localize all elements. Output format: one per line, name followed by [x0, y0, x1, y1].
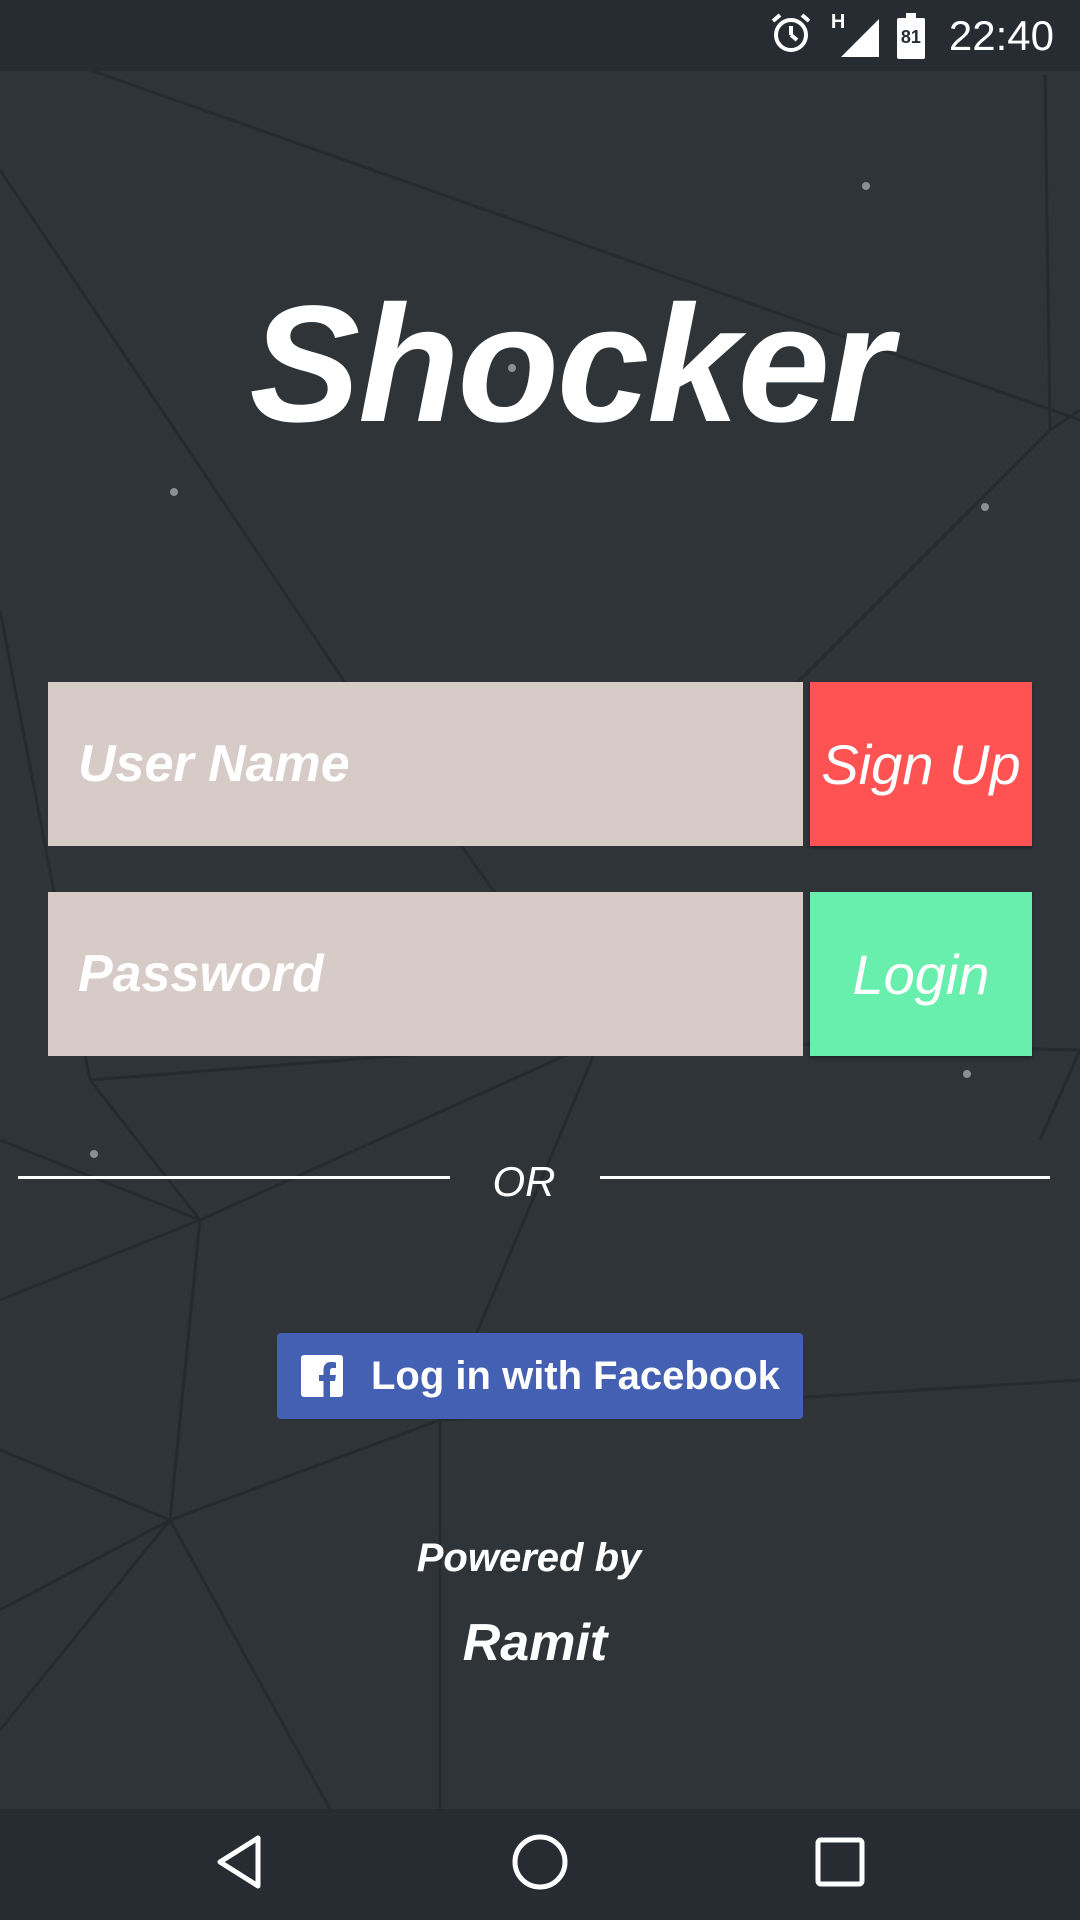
facebook-login-button[interactable]: Log in with Facebook: [277, 1333, 803, 1419]
login-button[interactable]: Login: [810, 892, 1032, 1056]
username-placeholder: User Name: [78, 735, 350, 793]
divider-line-right: [600, 1176, 1050, 1179]
powered-by-label: Powered by: [416, 1536, 642, 1580]
login-screen: H 81 22:40 Shocker User Name Sign Up Pas…: [0, 0, 1080, 1920]
author-name: Ramit: [462, 1614, 608, 1672]
recents-button[interactable]: [780, 1809, 900, 1920]
facebook-icon: [301, 1355, 343, 1397]
battery-level: 81: [900, 26, 921, 47]
status-icons: H 81 22:40: [769, 0, 1054, 71]
battery-icon: 81: [896, 12, 925, 59]
back-icon: [210, 1832, 270, 1897]
back-button[interactable]: [180, 1809, 300, 1920]
or-divider-label: OR: [492, 1158, 556, 1205]
recents-icon: [810, 1832, 870, 1897]
alarm-icon: [769, 11, 813, 60]
status-bar: H 81 22:40: [0, 0, 1080, 71]
password-placeholder: Password: [78, 945, 324, 1003]
facebook-login-label: Log in with Facebook: [371, 1353, 780, 1398]
status-time: 22:40: [948, 11, 1054, 59]
navigation-bar: [0, 1809, 1080, 1920]
signal-icon: H: [831, 11, 879, 59]
home-button[interactable]: [480, 1809, 600, 1920]
signup-button[interactable]: Sign Up: [810, 682, 1032, 846]
password-input[interactable]: Password: [48, 892, 803, 1056]
app-title: Shocker: [249, 272, 892, 457]
home-icon: [510, 1832, 570, 1897]
username-input[interactable]: User Name: [48, 682, 803, 846]
